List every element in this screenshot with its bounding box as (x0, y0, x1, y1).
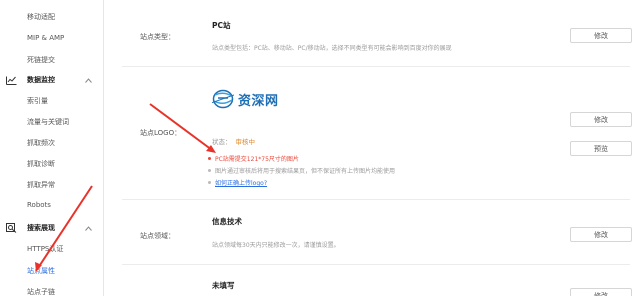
site-type-description: 站点类型包括：PC站、移动站、PC/移动站，选择不同类型有可能会影响到百度对你的… (212, 45, 452, 52)
sidebar-item-robots[interactable]: Robots (27, 201, 51, 209)
chevron-up-icon[interactable] (83, 75, 93, 85)
site-domain-description: 站点领域每30天内只能修改一次，请谨慎设置。 (212, 242, 340, 249)
site-type-edit-button[interactable]: 修改 (570, 28, 632, 43)
last-row-value: 未填写 (212, 281, 235, 290)
logo-requirement-note-text: 图片通过审核后将用于搜索结果页，但不保证所有上传图片均能使用 (215, 168, 396, 175)
logo-status: 状态： 审核中 (212, 136, 255, 146)
main-content: PC站 站点类型： 站点类型包括：PC站、移动站、PC/移动站，选择不同类型有可… (104, 0, 640, 296)
divider (122, 66, 630, 67)
divider (122, 199, 630, 200)
logo-text: 资深网 (238, 93, 279, 109)
logo-requirement-size: PC站需提交121*75尺寸的图片 (208, 154, 299, 163)
sidebar-item-mip-amp[interactable]: MIP & AMP (27, 34, 64, 42)
sidebar-group-label: 数据监控 (27, 76, 55, 84)
sidebar-item-mobile-adapt[interactable]: 移动适配 (27, 12, 55, 22)
sidebar-group-label: 搜索展现 (27, 224, 55, 232)
sidebar-group-search-display[interactable]: 搜索展现 (5, 221, 103, 235)
chart-icon (5, 75, 17, 85)
logo-howto-link[interactable]: 如何正确上传logo? (208, 178, 267, 187)
logo-preview-button[interactable]: 预览 (570, 141, 632, 156)
sidebar-item-dead-link[interactable]: 死链提交 (27, 55, 55, 65)
sidebar-group-data-monitor[interactable]: 数据监控 (5, 73, 103, 87)
sidebar-item-crawl-error[interactable]: 抓取异常 (27, 180, 55, 190)
site-logo-label: 站点LOGO： (140, 129, 182, 137)
logo-requirement-note: 图片通过审核后将用于搜索结果页，但不保证所有上传图片均能使用 (208, 166, 395, 175)
site-logo: 资深网 (212, 86, 279, 112)
sidebar-item-sitelinks[interactable]: 站点子链 (27, 287, 55, 296)
sidebar-item-crawl-frequency[interactable]: 抓取频次 (27, 138, 55, 148)
logo-status-value: 审核中 (235, 138, 256, 146)
logo-globe-icon (212, 89, 234, 109)
logo-status-label: 状态： (212, 138, 232, 146)
sidebar-item-traffic-keywords[interactable]: 流量与关键词 (27, 117, 69, 127)
site-type-value: PC站 (212, 21, 231, 30)
sidebar-item-https[interactable]: HTTPS认证 (27, 244, 63, 254)
divider (122, 264, 630, 265)
sidebar: 移动适配 MIP & AMP 死链提交 数据监控 索引量 流量与关键词 抓取频次… (0, 0, 104, 296)
logo-edit-button[interactable]: 修改 (570, 112, 632, 127)
site-domain-edit-button[interactable]: 修改 (570, 227, 632, 242)
sidebar-item-site-properties[interactable]: 站点属性 (27, 266, 55, 276)
sidebar-item-crawl-diagnosis[interactable]: 抓取诊断 (27, 159, 55, 169)
site-domain-label: 站点领域： (140, 232, 175, 240)
chevron-up-icon[interactable] (83, 223, 93, 233)
logo-howto-link-text[interactable]: 如何正确上传logo? (215, 178, 267, 187)
site-type-label: 站点类型： (140, 33, 175, 41)
site-domain-value: 信息技术 (212, 217, 242, 226)
logo-requirement-size-text: PC站需提交121*75尺寸的图片 (215, 156, 299, 163)
sidebar-item-index[interactable]: 索引量 (27, 96, 48, 106)
search-display-icon (5, 223, 17, 233)
last-row-edit-button[interactable]: 修改 (570, 288, 632, 296)
